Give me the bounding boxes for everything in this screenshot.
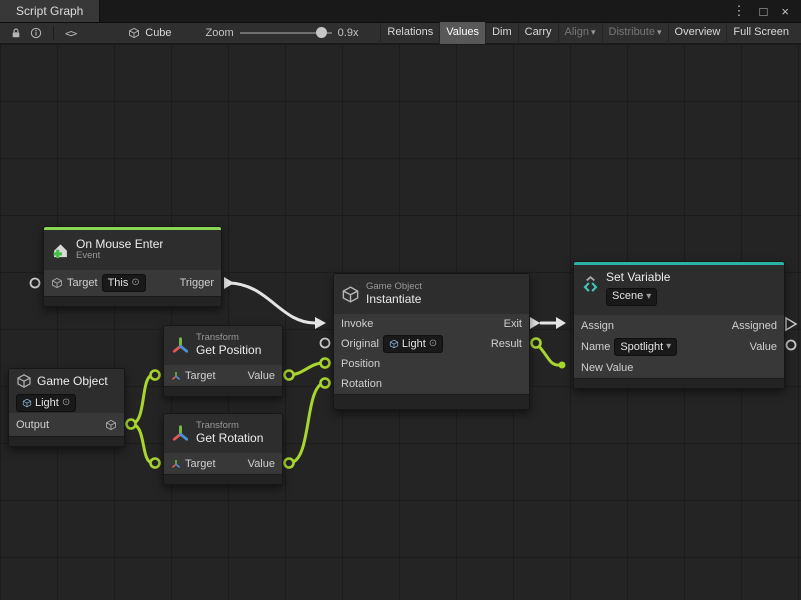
node-title: Get Position [196,344,261,358]
fullscreen-button[interactable]: Full Screen [726,22,795,44]
overview-button[interactable]: Overview [668,22,727,44]
port-label-assigned: Assigned [732,320,777,332]
relations-button[interactable]: Relations [380,22,439,44]
port-label-trigger: Trigger [180,277,214,289]
cube-icon [128,27,140,39]
toolbar-buttons: Relations Values Dim Carry Align▾ Distri… [380,22,795,44]
node-category: Game Object [366,282,422,293]
port-label-result: Result [491,338,522,350]
object-value-chip[interactable]: Light ⊙ [16,394,76,412]
transform-icon [171,424,190,443]
node-title: Set Variable [606,271,670,285]
port-label-value: Value [248,370,275,382]
port-label-exit: Exit [504,318,522,330]
node-subtitle: Event [76,251,163,262]
carry-button[interactable]: Carry [518,22,558,44]
port-label-value: Value [750,341,777,353]
node-instantiate[interactable]: Game Object Instantiate Invoke Exit Orig… [333,273,530,410]
values-button[interactable]: Values [439,22,485,44]
transform-icon [171,336,190,355]
node-footer [9,436,124,446]
graph-owner[interactable]: Cube [128,27,171,39]
port-label-output: Output [16,419,49,431]
port-label-rotation: Rotation [341,378,382,390]
node-title: On Mouse Enter [76,238,163,252]
port-label-name: Name [581,341,610,353]
graph-toolbar: <> Cube Zoom 0.9x Relations Values Dim C… [0,22,801,44]
node-footer [334,394,529,409]
port-label-value: Value [248,458,275,470]
tab-script-graph[interactable]: Script Graph [0,0,100,22]
original-value-chip[interactable]: Light ⊙ [383,335,443,353]
maximize-icon[interactable]: □ [760,4,768,19]
chevron-down-icon: ▾ [591,27,596,37]
node-title: Get Rotation [196,432,263,446]
chevron-down-icon: ▾ [646,292,651,302]
variable-name-dropdown[interactable]: Spotlight ▾ [614,338,677,356]
object-picker-icon[interactable]: ⊙ [131,278,139,288]
node-footer [574,378,784,388]
tab-bar: Script Graph ⋮ □ × [0,0,801,22]
game-object-icon [22,398,32,408]
variable-icon [581,275,600,294]
zoom-label: Zoom [206,27,234,39]
toolbar-separator [53,26,54,40]
port-label-position: Position [341,358,380,370]
port-label-new-value: New Value [581,362,633,374]
transform-icon [171,459,181,469]
transform-icon [171,371,181,381]
node-title: Game Object [37,374,108,388]
on-mouse-enter-icon [51,241,70,260]
zoom-control: Zoom 0.9x [206,22,359,44]
port-label-target: Target [67,277,98,289]
lock-icon[interactable] [10,27,22,39]
chevron-down-icon: ▾ [657,27,662,37]
game-object-icon [341,285,360,304]
node-get-rotation[interactable]: Transform Get Rotation Target Value [163,413,283,485]
node-footer [164,386,282,396]
node-get-position[interactable]: Transform Get Position Target Value [163,325,283,397]
align-button[interactable]: Align▾ [558,22,602,44]
target-value-chip[interactable]: This ⊙ [102,274,146,292]
distribute-button[interactable]: Distribute▾ [602,22,668,44]
game-object-icon [105,419,117,431]
edit-code-icon[interactable]: <> [65,27,76,40]
game-object-icon [16,373,32,389]
node-on-mouse-enter[interactable]: On Mouse Enter Event Target This ⊙ Trigg… [43,226,222,307]
node-set-variable[interactable]: Set Variable Scene ▾ Assign Assigned Nam… [573,261,785,389]
window-controls: ⋮ □ × [733,0,801,22]
node-footer [164,474,282,484]
graph-owner-label: Cube [145,27,171,39]
zoom-value: 0.9x [338,27,359,39]
port-label-target: Target [185,370,216,382]
chevron-down-icon: ▾ [666,342,671,352]
close-icon[interactable]: × [781,4,789,19]
info-icon[interactable] [30,27,42,39]
port-label-target: Target [185,458,216,470]
node-footer [44,296,221,306]
game-object-icon [51,277,63,289]
variable-kind-dropdown[interactable]: Scene ▾ [606,288,657,306]
node-title: Instantiate [366,293,422,307]
zoom-slider-handle[interactable] [316,27,327,38]
game-object-icon [389,339,399,349]
object-picker-icon[interactable]: ⊙ [429,339,437,349]
node-game-object-light[interactable]: Game Object Light ⊙ Output [8,368,125,447]
port-label-assign: Assign [581,320,614,332]
window-menu-icon[interactable]: ⋮ [733,3,746,19]
dim-button[interactable]: Dim [485,22,518,44]
port-label-invoke: Invoke [341,318,373,330]
object-picker-icon[interactable]: ⊙ [62,398,70,408]
zoom-slider[interactable] [240,22,332,44]
port-label-original: Original [341,338,379,350]
unity-script-graph-window: Script Graph ⋮ □ × <> Cube Zoom 0.9x Rel… [0,0,801,600]
